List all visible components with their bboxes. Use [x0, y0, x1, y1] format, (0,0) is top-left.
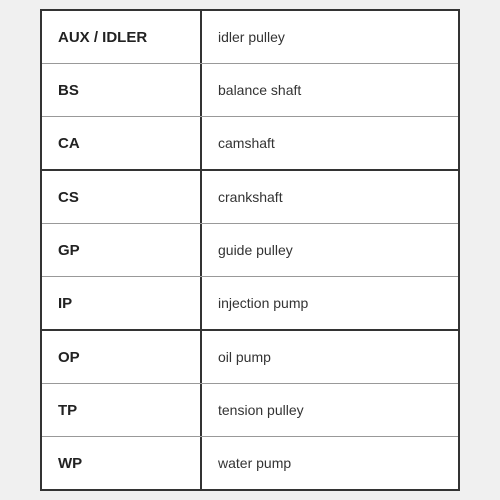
- description-cell: tension pulley: [202, 384, 458, 436]
- code-cell: GP: [42, 224, 202, 276]
- description-cell: oil pump: [202, 331, 458, 383]
- description-cell: balance shaft: [202, 64, 458, 116]
- description-cell: water pump: [202, 437, 458, 489]
- code-cell: WP: [42, 437, 202, 489]
- code-cell: TP: [42, 384, 202, 436]
- table-row: WPwater pump: [42, 437, 458, 489]
- table-row: CAcamshaft: [42, 117, 458, 171]
- code-cell: CA: [42, 117, 202, 169]
- code-cell: IP: [42, 277, 202, 329]
- table-row: BSbalance shaft: [42, 64, 458, 117]
- abbreviation-table: AUX / IDLERidler pulleyBSbalance shaftCA…: [40, 9, 460, 491]
- code-cell: AUX / IDLER: [42, 11, 202, 63]
- table-row: AUX / IDLERidler pulley: [42, 11, 458, 64]
- code-cell: BS: [42, 64, 202, 116]
- table-row: IPinjection pump: [42, 277, 458, 331]
- code-cell: OP: [42, 331, 202, 383]
- description-cell: idler pulley: [202, 11, 458, 63]
- code-cell: CS: [42, 171, 202, 223]
- table-row: OPoil pump: [42, 331, 458, 384]
- table-row: CScrankshaft: [42, 171, 458, 224]
- description-cell: guide pulley: [202, 224, 458, 276]
- table-row: GPguide pulley: [42, 224, 458, 277]
- table-row: TPtension pulley: [42, 384, 458, 437]
- description-cell: crankshaft: [202, 171, 458, 223]
- description-cell: camshaft: [202, 117, 458, 169]
- description-cell: injection pump: [202, 277, 458, 329]
